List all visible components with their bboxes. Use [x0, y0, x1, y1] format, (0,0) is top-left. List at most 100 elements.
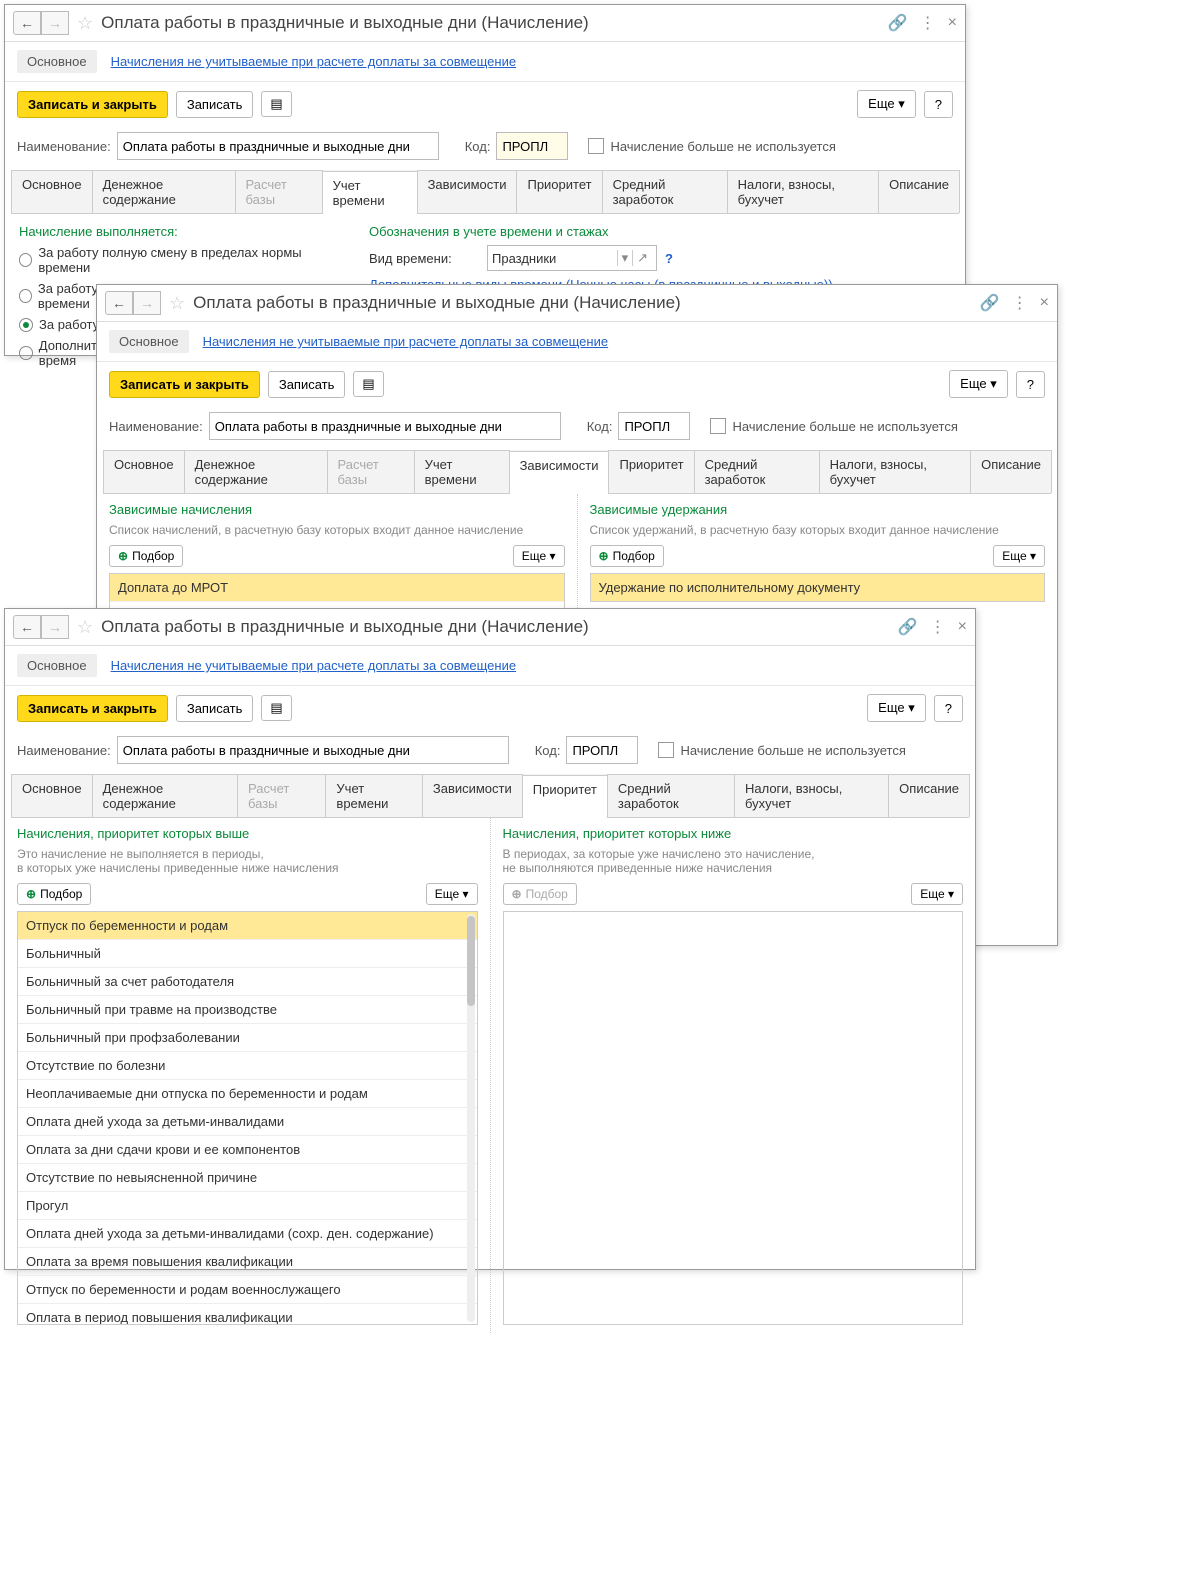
save-button[interactable]: Записать [176, 91, 254, 118]
code-input[interactable] [618, 412, 690, 440]
tab-deps[interactable]: Зависимости [509, 451, 610, 494]
tab-deps[interactable]: Зависимости [422, 774, 523, 817]
save-button[interactable]: Записать [176, 695, 254, 722]
tab-tax[interactable]: Налоги, взносы, бухучет [727, 170, 880, 213]
name-input[interactable] [117, 736, 509, 764]
link-icon[interactable]: 🔗 [898, 617, 918, 637]
subnav-link[interactable]: Начисления не учитываемые при расчете до… [203, 334, 609, 349]
subnav-main[interactable]: Основное [109, 330, 189, 353]
help-icon[interactable]: ? [665, 251, 673, 266]
list-item[interactable]: Доплата до МРОТ [110, 574, 564, 602]
more-button-right[interactable]: Еще ▾ [993, 545, 1045, 567]
list-item[interactable]: Больничный при профзаболевании [18, 1024, 477, 1052]
save-close-button[interactable]: Записать и закрыть [109, 371, 260, 398]
report-button[interactable]: ▤ [261, 695, 291, 721]
code-input[interactable] [496, 132, 568, 160]
star-icon[interactable]: ☆ [77, 617, 93, 638]
tab-desc[interactable]: Описание [888, 774, 970, 817]
list-item[interactable]: Оплата дней ухода за детьми-инвалидами [18, 1108, 477, 1136]
pick-button-left[interactable]: ⊕Подбор [109, 545, 183, 567]
link-icon[interactable]: 🔗 [980, 293, 1000, 313]
tab-avg[interactable]: Средний заработок [602, 170, 728, 213]
more-button[interactable]: Еще ▾ [867, 694, 926, 722]
menu-icon[interactable]: ⋮ [1012, 293, 1028, 313]
subnav-main[interactable]: Основное [17, 50, 97, 73]
list-item[interactable]: Удержание по исполнительному документу [591, 574, 1045, 601]
help-button[interactable]: ? [1016, 371, 1045, 398]
star-icon[interactable]: ☆ [77, 13, 93, 34]
tab-money[interactable]: Денежное содержание [92, 170, 236, 213]
pick-button-right[interactable]: ⊕Подбор [590, 545, 664, 567]
pick-button-higher[interactable]: ⊕Подбор [17, 883, 91, 905]
tab-desc[interactable]: Описание [878, 170, 960, 213]
list-item[interactable]: Больничный за счет работодателя [18, 968, 477, 996]
tab-avg[interactable]: Средний заработок [607, 774, 735, 817]
tab-time[interactable]: Учет времени [414, 450, 510, 493]
menu-icon[interactable]: ⋮ [930, 617, 946, 637]
more-button-higher[interactable]: Еще ▾ [426, 883, 478, 905]
back-button[interactable]: ← [13, 11, 41, 35]
save-close-button[interactable]: Записать и закрыть [17, 695, 168, 722]
list-item[interactable]: Оплата за дни сдачи крови и ее компонент… [18, 1136, 477, 1164]
lower-priority-list[interactable] [503, 911, 964, 1325]
tab-desc[interactable]: Описание [970, 450, 1052, 493]
tab-money[interactable]: Денежное содержание [184, 450, 328, 493]
more-button-lower[interactable]: Еще ▾ [911, 883, 963, 905]
back-button[interactable]: ← [13, 615, 41, 639]
notused-checkbox[interactable] [710, 418, 726, 434]
help-button[interactable]: ? [924, 91, 953, 118]
close-icon[interactable]: × [1040, 294, 1049, 312]
tab-time[interactable]: Учет времени [322, 171, 418, 214]
list-item[interactable]: Отсутствие по невыясненной причине [18, 1164, 477, 1192]
link-icon[interactable]: 🔗 [888, 13, 908, 33]
notused-checkbox[interactable] [658, 742, 674, 758]
list-item[interactable]: Оплата в период повышения квалификации [18, 1304, 477, 1325]
name-input[interactable] [117, 132, 439, 160]
tab-tax[interactable]: Налоги, взносы, бухучет [819, 450, 972, 493]
list-item[interactable]: Неоплачиваемые дни отпуска по беременнос… [18, 1080, 477, 1108]
more-button[interactable]: Еще ▾ [949, 370, 1008, 398]
close-icon[interactable]: × [958, 618, 967, 636]
list-item[interactable]: Больничный при травме на производстве [18, 996, 477, 1024]
star-icon[interactable]: ☆ [169, 293, 185, 314]
tab-deps[interactable]: Зависимости [417, 170, 518, 213]
tab-main[interactable]: Основное [103, 450, 185, 493]
higher-priority-list[interactable]: Отпуск по беременности и родамБольничный… [17, 911, 478, 1325]
more-button-left[interactable]: Еще ▾ [513, 545, 565, 567]
subnav-main[interactable]: Основное [17, 654, 97, 677]
list-item[interactable]: Прогул [18, 1192, 477, 1220]
tab-priority[interactable]: Приоритет [608, 450, 694, 493]
tab-main[interactable]: Основное [11, 774, 93, 817]
save-close-button[interactable]: Записать и закрыть [17, 91, 168, 118]
close-icon[interactable]: × [948, 14, 957, 32]
tab-avg[interactable]: Средний заработок [694, 450, 820, 493]
code-input[interactable] [566, 736, 638, 764]
more-button[interactable]: Еще ▾ [857, 90, 916, 118]
notused-checkbox[interactable] [588, 138, 604, 154]
list-item[interactable]: Отпуск по беременности и родам военнослу… [18, 1276, 477, 1304]
subnav-link[interactable]: Начисления не учитываемые при расчете до… [111, 658, 517, 673]
tab-priority[interactable]: Приоритет [522, 775, 608, 818]
menu-icon[interactable]: ⋮ [920, 13, 936, 33]
report-button[interactable]: ▤ [353, 371, 383, 397]
list-item[interactable]: Оплата за время повышения квалификации [18, 1248, 477, 1276]
dep-deductions-list[interactable]: Удержание по исполнительному документу [590, 573, 1046, 602]
list-item[interactable]: Отсутствие по болезни [18, 1052, 477, 1080]
name-input[interactable] [209, 412, 561, 440]
list-item[interactable]: Оплата дней ухода за детьми-инвалидами (… [18, 1220, 477, 1248]
tab-tax[interactable]: Налоги, взносы, бухучет [734, 774, 889, 817]
list-item[interactable]: Больничный [18, 940, 477, 968]
tab-time[interactable]: Учет времени [325, 774, 422, 817]
help-button[interactable]: ? [934, 695, 963, 722]
radio-1[interactable]: За работу полную смену в пределах нормы … [19, 245, 339, 275]
list-item[interactable]: Отпуск по беременности и родам [18, 912, 477, 940]
subnav-link[interactable]: Начисления не учитываемые при расчете до… [111, 54, 517, 69]
save-button[interactable]: Записать [268, 371, 346, 398]
back-button[interactable]: ← [105, 291, 133, 315]
time-type-select[interactable]: Праздники▾↗ [487, 245, 657, 271]
tab-priority[interactable]: Приоритет [516, 170, 602, 213]
report-button[interactable]: ▤ [261, 91, 291, 117]
tab-main[interactable]: Основное [11, 170, 93, 213]
tab-money[interactable]: Денежное содержание [92, 774, 238, 817]
scrollbar[interactable] [467, 914, 475, 1322]
